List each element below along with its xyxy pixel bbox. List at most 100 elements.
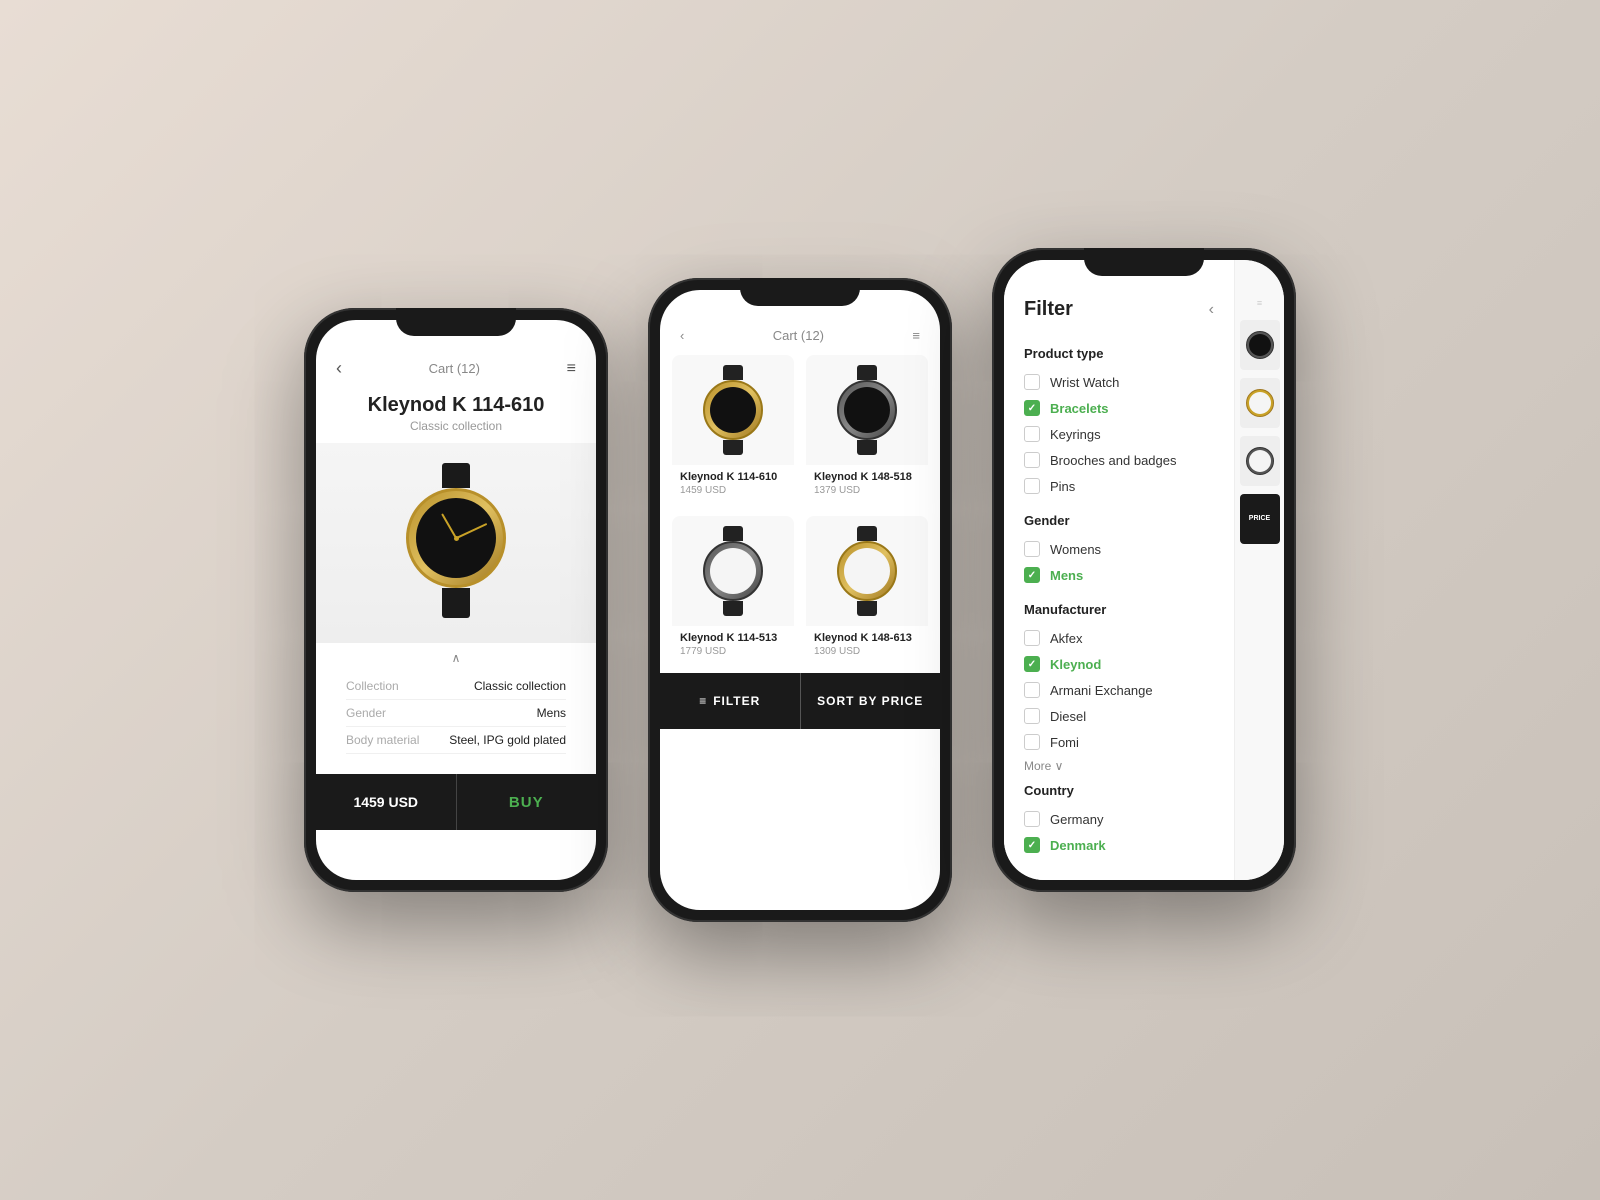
filter-button[interactable]: ≡ FILTER [660, 673, 801, 729]
label-akfex: Akfex [1050, 631, 1083, 646]
label-wrist-watch: Wrist Watch [1050, 375, 1119, 390]
phone-3: Filter ‹ Product type Wrist Watch Bracel… [992, 248, 1296, 892]
spec-row-material: Body material Steel, IPG gold plated [346, 727, 566, 754]
label-brooches: Brooches and badges [1050, 453, 1176, 468]
phone-1: ‹ Cart (12) ≡ Kleynod K 114-610 Classic … [304, 308, 608, 892]
spec-row-gender: Gender Mens [346, 700, 566, 727]
filter-kleynod[interactable]: Kleynod [1024, 651, 1214, 677]
label-armani: Armani Exchange [1050, 683, 1153, 698]
product-subtitle: Classic collection [316, 419, 596, 433]
buy-bar: 1459 USD BUY [316, 774, 596, 830]
scroll-chevron: ∧ [316, 643, 596, 669]
product-name-4: Kleynod K 148-613 [806, 626, 928, 646]
product-specs: Collection Classic collection Gender Men… [316, 669, 596, 764]
back-icon[interactable]: ‹ [336, 358, 342, 379]
phone-2: ‹ Cart (12) ≡ Kleynod K 114-610 [648, 278, 952, 922]
product-name-1: Kleynod K 114-610 [672, 465, 794, 485]
product-card-4[interactable]: Kleynod K 148-613 1309 USD [806, 516, 928, 665]
partial-product-2 [1240, 378, 1280, 428]
checkbox-denmark[interactable] [1024, 837, 1040, 853]
product-image-container [316, 443, 596, 643]
filter-denmark[interactable]: Denmark [1024, 832, 1214, 856]
label-womens: Womens [1050, 542, 1101, 557]
section-product-type: Product type [1024, 346, 1214, 361]
section-gender: Gender [1024, 513, 1214, 528]
filter-akfex[interactable]: Akfex [1024, 625, 1214, 651]
phone-3-notch [1084, 248, 1204, 276]
product-grid: Kleynod K 114-610 1459 USD Kleynod K 148… [660, 355, 940, 665]
spec-label-material: Body material [346, 733, 419, 747]
checkbox-kleynod[interactable] [1024, 656, 1040, 672]
watch-4 [832, 526, 902, 616]
back-icon[interactable]: ‹ [680, 328, 684, 343]
filter-content: Product type Wrist Watch Bracelets Keyri… [1004, 336, 1234, 856]
filter-brooches[interactable]: Brooches and badges [1024, 447, 1214, 473]
checkbox-keyrings[interactable] [1024, 426, 1040, 442]
product-image-2 [806, 355, 928, 465]
watch-2 [832, 365, 902, 455]
product-name-2: Kleynod K 148-518 [806, 465, 928, 485]
filter-pins[interactable]: Pins [1024, 473, 1214, 499]
checkbox-fomi[interactable] [1024, 734, 1040, 750]
product-image-4 [806, 516, 928, 626]
manufacturer-more[interactable]: More ∨ [1024, 759, 1214, 773]
checkbox-diesel[interactable] [1024, 708, 1040, 724]
product-price-3: 1779 USD [672, 646, 794, 665]
filter-icon: ≡ [699, 694, 707, 708]
product-watch [396, 463, 516, 623]
label-diesel: Diesel [1050, 709, 1086, 724]
label-kleynod: Kleynod [1050, 657, 1101, 672]
product-card-1[interactable]: Kleynod K 114-610 1459 USD [672, 355, 794, 504]
price-display: 1459 USD [316, 774, 457, 830]
label-germany: Germany [1050, 812, 1103, 827]
checkbox-armani[interactable] [1024, 682, 1040, 698]
label-denmark: Denmark [1050, 838, 1106, 853]
product-card-2[interactable]: Kleynod K 148-518 1379 USD [806, 355, 928, 504]
filter-germany[interactable]: Germany [1024, 806, 1214, 832]
product-card-3[interactable]: Kleynod K 114-513 1779 USD [672, 516, 794, 665]
checkbox-mens[interactable] [1024, 567, 1040, 583]
buy-button[interactable]: BUY [457, 774, 597, 830]
product-image-3 [672, 516, 794, 626]
section-manufacturer: Manufacturer [1024, 602, 1214, 617]
spec-value-gender: Mens [537, 706, 566, 720]
product-price-2: 1379 USD [806, 485, 928, 504]
label-fomi: Fomi [1050, 735, 1079, 750]
label-keyrings: Keyrings [1050, 427, 1101, 442]
checkbox-wrist-watch[interactable] [1024, 374, 1040, 390]
filter-womens[interactable]: Womens [1024, 536, 1214, 562]
product-price-1: 1459 USD [672, 485, 794, 504]
sort-label: SORT BY PRICE [817, 694, 923, 708]
menu-icon[interactable]: ≡ [567, 360, 576, 378]
filter-screen: Filter ‹ Product type Wrist Watch Bracel… [1004, 260, 1234, 880]
filter-keyrings[interactable]: Keyrings [1024, 421, 1214, 447]
right-panel-partial: ≡ PRICE [1234, 260, 1284, 880]
product-title: Kleynod K 114-610 [316, 389, 596, 419]
filter-armani[interactable]: Armani Exchange [1024, 677, 1214, 703]
spec-value-material: Steel, IPG gold plated [449, 733, 566, 747]
partial-product-3 [1240, 436, 1280, 486]
spec-value-collection: Classic collection [474, 679, 566, 693]
filter-diesel[interactable]: Diesel [1024, 703, 1214, 729]
price-button-partial: PRICE [1240, 494, 1280, 544]
checkbox-pins[interactable] [1024, 478, 1040, 494]
watch-3 [698, 526, 768, 616]
checkbox-bracelets[interactable] [1024, 400, 1040, 416]
spec-row-collection: Collection Classic collection [346, 673, 566, 700]
checkbox-germany[interactable] [1024, 811, 1040, 827]
filter-bracelets[interactable]: Bracelets [1024, 395, 1214, 421]
spec-label-gender: Gender [346, 706, 386, 720]
sort-button[interactable]: SORT BY PRICE [801, 673, 941, 729]
filter-label: FILTER [713, 694, 760, 708]
filter-sort-bar: ≡ FILTER SORT BY PRICE [660, 673, 940, 729]
filter-mens[interactable]: Mens [1024, 562, 1214, 588]
partial-product-1 [1240, 320, 1280, 370]
menu-icon[interactable]: ≡ [912, 328, 920, 343]
filter-wrist-watch[interactable]: Wrist Watch [1024, 369, 1214, 395]
filter-fomi[interactable]: Fomi [1024, 729, 1214, 755]
checkbox-womens[interactable] [1024, 541, 1040, 557]
label-pins: Pins [1050, 479, 1075, 494]
filter-back-icon[interactable]: ‹ [1209, 301, 1214, 319]
checkbox-akfex[interactable] [1024, 630, 1040, 646]
checkbox-brooches[interactable] [1024, 452, 1040, 468]
